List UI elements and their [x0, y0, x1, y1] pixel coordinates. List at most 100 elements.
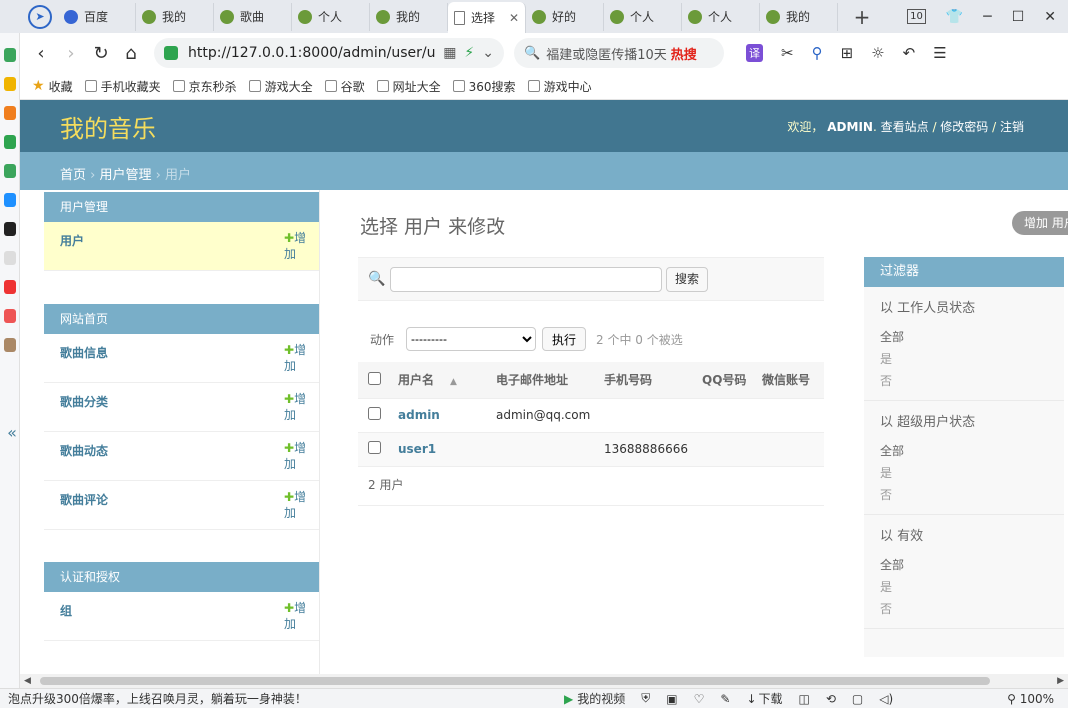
module-caption[interactable]: 认证和授权	[44, 562, 319, 592]
row-checkbox[interactable]	[368, 441, 381, 454]
back-button[interactable]: ‹	[26, 43, 56, 64]
add-model-link[interactable]: ✚增加	[284, 489, 318, 521]
bookmark-item[interactable]: 360搜索	[452, 78, 516, 95]
close-tab-icon[interactable]: ✕	[509, 11, 519, 25]
zoom-level[interactable]: ⚲ 100%	[1007, 692, 1068, 706]
browser-tab[interactable]: 百度	[58, 2, 136, 31]
search-box[interactable]: 🔍 福建或隐匿传播10天 热搜	[514, 38, 724, 68]
bookmark-item[interactable]: 谷歌	[324, 78, 365, 95]
select-all-checkbox[interactable]	[368, 371, 381, 385]
forward-button[interactable]: ›	[56, 43, 86, 64]
reload-button[interactable]: ↻	[86, 43, 116, 64]
home-button[interactable]: ⌂	[116, 43, 146, 64]
column-header-phone[interactable]: 手机号码	[600, 362, 698, 399]
side-app-icon[interactable]	[4, 77, 16, 91]
logout-link[interactable]: 注销	[1000, 120, 1024, 134]
collapse-sidebar-button[interactable]: «	[0, 190, 24, 674]
shield-icon[interactable]: ⛨	[641, 691, 650, 706]
column-header-email[interactable]: 电子邮件地址	[492, 362, 600, 399]
shirt-icon[interactable]: 👕	[946, 9, 963, 25]
add-model-link[interactable]: ✚增加	[284, 230, 318, 262]
browser-tab[interactable]: 个人	[292, 2, 370, 31]
minimize-button[interactable]: ─	[983, 9, 991, 25]
filter-option[interactable]: 是	[880, 348, 1064, 370]
side-app-icon[interactable]	[4, 135, 16, 149]
heart-icon[interactable]: ♡	[694, 692, 705, 706]
brightness-icon[interactable]: ☼	[871, 44, 884, 62]
download-label[interactable]: 下载	[759, 690, 783, 707]
breadcrumb-home[interactable]: 首页	[60, 168, 86, 183]
apps-grid-icon[interactable]: ⊞	[841, 44, 854, 62]
download-icon[interactable]: ↓	[746, 692, 756, 706]
filter-option[interactable]: 是	[880, 462, 1064, 484]
model-link[interactable]: 用户	[60, 232, 84, 249]
add-model-link[interactable]: ✚增加	[284, 391, 318, 423]
browser-tab[interactable]: 我的	[760, 2, 838, 31]
browser-tab[interactable]: 好的	[526, 2, 604, 31]
menu-icon[interactable]: ☰	[933, 44, 946, 62]
bookmark-item[interactable]: 游戏中心	[527, 78, 592, 95]
site-title[interactable]: 我的音乐	[60, 109, 156, 144]
news-ticker[interactable]: 泡点升级300倍爆率，上线召唤月灵，躺着玩一身神装！	[0, 690, 548, 707]
dropdown-chevron-icon[interactable]: ⌄	[482, 45, 494, 61]
row-checkbox[interactable]	[368, 407, 381, 420]
lightning-icon[interactable]: ⚡	[464, 45, 474, 61]
reload-icon[interactable]: ⟲	[826, 692, 836, 706]
bookmark-item[interactable]: 手机收藏夹	[84, 78, 161, 95]
view-site-link[interactable]: 查看站点	[881, 120, 929, 134]
change-password-link[interactable]: 修改密码	[940, 120, 988, 134]
column-header-qq[interactable]: QQ号码	[698, 362, 758, 399]
window-icon[interactable]: ▢	[852, 692, 863, 706]
bookmark-item[interactable]: 京东秒杀	[172, 78, 237, 95]
horizontal-scrollbar[interactable]: ◀ ▶	[20, 674, 1068, 688]
browser-tab[interactable]: 选择 ✕	[448, 2, 526, 33]
maximize-button[interactable]: ☐	[1012, 9, 1025, 25]
add-model-link[interactable]: ✚增加	[284, 342, 318, 374]
filter-option[interactable]: 否	[880, 484, 1064, 506]
module-caption[interactable]: 用户管理	[44, 192, 319, 222]
add-model-link[interactable]: ✚增加	[284, 600, 318, 632]
broom-icon[interactable]: ✎	[720, 692, 730, 706]
filter-option[interactable]: 全部	[880, 554, 1064, 576]
magnifier-icon[interactable]: ⚲	[812, 44, 823, 62]
browser-tab[interactable]: 我的	[136, 2, 214, 31]
image-icon[interactable]: ▣	[666, 692, 677, 706]
model-link[interactable]: 歌曲评论	[60, 491, 108, 508]
scroll-right-arrow-icon[interactable]: ▶	[1057, 674, 1064, 688]
side-app-icon[interactable]	[4, 106, 16, 120]
bookmark-item[interactable]: 游戏大全	[248, 78, 313, 95]
qr-icon[interactable]: ▦	[443, 45, 456, 61]
add-model-link[interactable]: ✚增加	[284, 440, 318, 472]
filter-option[interactable]: 全部	[880, 326, 1064, 348]
filter-option[interactable]: 否	[880, 598, 1064, 620]
browser-tab[interactable]: 歌曲	[214, 2, 292, 31]
volume-icon[interactable]: ◁)	[879, 692, 893, 706]
search-input[interactable]	[390, 267, 662, 292]
undo-icon[interactable]: ↶	[903, 44, 916, 62]
bookmark-item[interactable]: 网址大全	[376, 78, 441, 95]
filter-option[interactable]: 是	[880, 576, 1064, 598]
close-window-button[interactable]: ✕	[1044, 9, 1056, 25]
side-app-icon[interactable]	[4, 164, 16, 178]
translate-icon[interactable]: 译	[746, 44, 763, 62]
browser-tab[interactable]: 个人	[682, 2, 760, 31]
scissors-icon[interactable]: ✂	[781, 44, 794, 62]
model-link[interactable]: 组	[60, 602, 72, 619]
action-select[interactable]: ---------	[406, 327, 537, 351]
bookmark-item[interactable]: ★ 收藏	[32, 78, 73, 95]
url-field[interactable]: http://127.0.0.1:8000/admin/user/u ▦ ⚡ ⌄	[154, 38, 504, 68]
new-tab-button[interactable]: +	[848, 5, 876, 29]
module-caption[interactable]: 网站首页	[44, 304, 319, 334]
breadcrumb-app[interactable]: 用户管理	[99, 168, 151, 183]
my-video-link[interactable]: 我的视频	[577, 690, 625, 707]
speaker-icon[interactable]: ◫	[799, 692, 810, 706]
tab-count-badge[interactable]: 10	[907, 9, 926, 24]
model-link[interactable]: 歌曲动态	[60, 442, 108, 459]
browser-tab[interactable]: 个人	[604, 2, 682, 31]
scrollbar-thumb[interactable]	[40, 677, 990, 685]
search-button[interactable]: 搜索	[666, 267, 708, 292]
play-icon[interactable]: ▶	[564, 692, 573, 706]
add-user-button[interactable]: 增加 用户	[1012, 211, 1068, 235]
run-action-button[interactable]: 执行	[542, 327, 587, 351]
model-link[interactable]: 歌曲信息	[60, 344, 108, 361]
